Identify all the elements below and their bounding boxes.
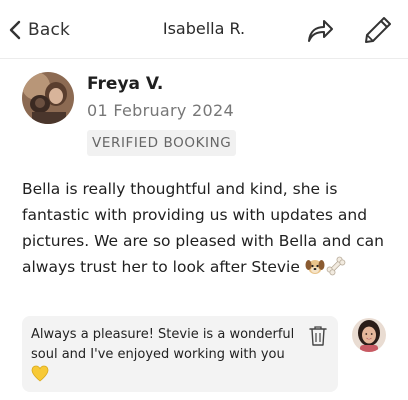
review-date: 01 February 2024 <box>87 101 234 120</box>
back-label: Back <box>28 20 71 40</box>
share-button[interactable] <box>305 16 335 46</box>
bone-emoji <box>325 256 347 284</box>
reviewer-avatar <box>22 72 74 124</box>
reviewer-name: Freya V. <box>87 74 164 94</box>
pencil-icon <box>363 17 393 49</box>
delete-reply-button[interactable] <box>308 325 328 347</box>
dog-face-emoji <box>305 256 325 284</box>
back-button[interactable]: Back <box>8 17 70 43</box>
trash-icon <box>308 326 328 351</box>
yellow-heart-emoji <box>31 365 49 389</box>
reply-text: Always a pleasure! Stevie is a wonderful… <box>31 327 295 362</box>
review-body: Bella is really thoughtful and kind, she… <box>22 176 392 284</box>
top-bar: Back Isabella R. <box>0 0 408 59</box>
chevron-left-icon <box>8 19 22 41</box>
edit-button[interactable] <box>363 15 393 45</box>
verified-booking-badge: VERIFIED BOOKING <box>87 130 237 156</box>
reply-bubble: Always a pleasure! Stevie is a wonderful… <box>22 316 338 392</box>
reply-body: Always a pleasure! Stevie is a wonderful… <box>31 325 298 389</box>
share-arrow-icon <box>305 20 335 50</box>
replier-avatar <box>352 318 386 352</box>
